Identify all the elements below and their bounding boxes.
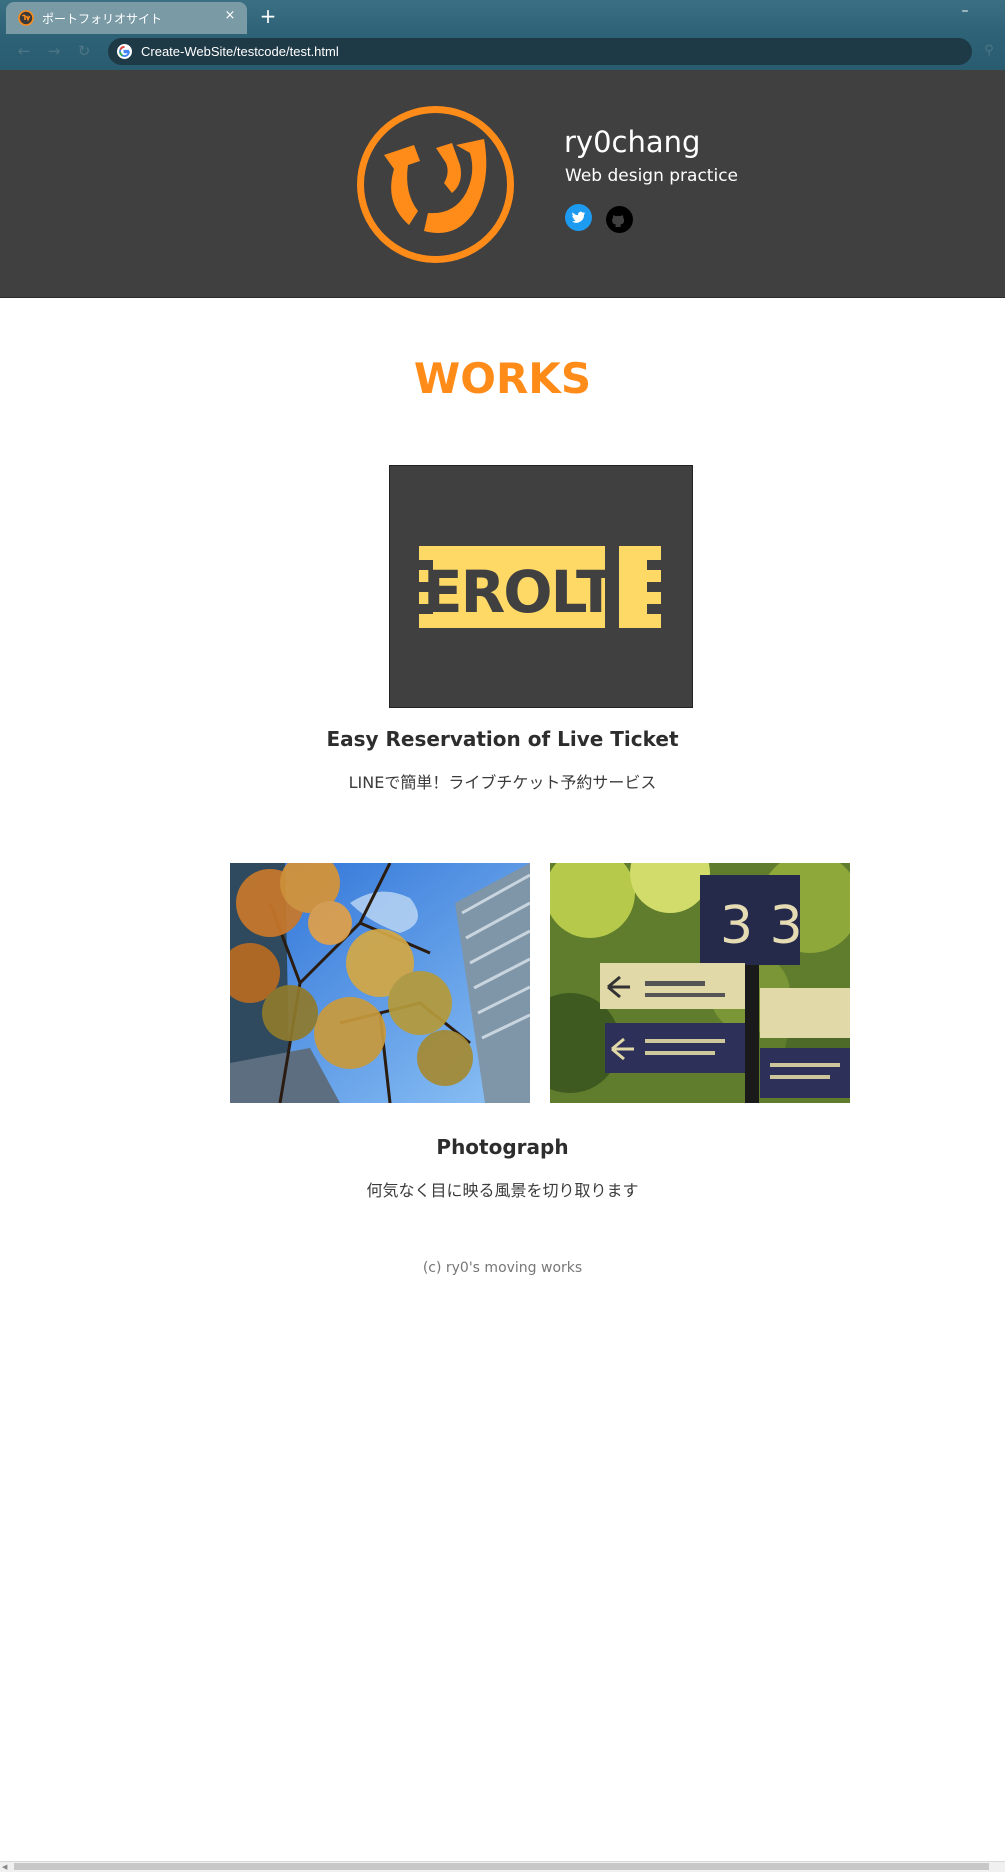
- erolt-logo: EROLT: [419, 546, 661, 628]
- section-title: WORKS: [413, 354, 592, 403]
- horizontal-scrollbar[interactable]: ◀: [0, 1861, 1005, 1872]
- photo-autumn-tree[interactable]: [230, 863, 530, 1103]
- browser-chrome: ポートフォリオサイト × + – ← → ↻ Create-WebSite/te…: [0, 0, 1005, 70]
- reload-button[interactable]: ↻: [74, 41, 94, 61]
- work-description: LINEで簡単！ライブチケット予約サービス: [348, 773, 657, 792]
- work-title[interactable]: Easy Reservation of Live Ticket: [0, 727, 1005, 751]
- site-tagline: Web design practice: [565, 166, 739, 186]
- site-header: ry0chang Web design practice: [0, 70, 1005, 298]
- sign-number: 3 3: [720, 896, 803, 956]
- site-name: ry0chang: [564, 125, 701, 159]
- url-text: Create-WebSite/testcode/test.html: [141, 44, 339, 59]
- back-button[interactable]: ←: [14, 41, 34, 61]
- extension-icon[interactable]: ⚲: [980, 42, 998, 60]
- address-bar[interactable]: Create-WebSite/testcode/test.html: [108, 38, 972, 65]
- tab-close-icon[interactable]: ×: [221, 7, 239, 25]
- browser-tab[interactable]: ポートフォリオサイト ×: [6, 2, 247, 34]
- scrollbar-thumb[interactable]: [14, 1863, 989, 1870]
- photo-signpost[interactable]: 3 3: [550, 863, 850, 1103]
- photograph-title[interactable]: Photograph: [0, 1135, 1005, 1159]
- github-icon[interactable]: [606, 206, 633, 233]
- twitter-icon[interactable]: [565, 204, 592, 231]
- google-icon: [117, 44, 132, 59]
- tab-title: ポートフォリオサイト: [42, 12, 163, 26]
- autumn-tree-image: [230, 863, 530, 1103]
- new-tab-button[interactable]: +: [256, 6, 280, 28]
- erolt-logo-text: EROLT: [423, 558, 616, 626]
- site-favicon-icon: [18, 10, 34, 26]
- minimize-button[interactable]: –: [950, 2, 980, 24]
- footer-copyright: (c) ry0's moving works: [422, 1260, 583, 1276]
- work-thumbnail[interactable]: EROLT: [389, 465, 693, 708]
- photograph-description: 何気なく目に映る風景を切り取ります: [366, 1181, 639, 1200]
- signpost-image: 3 3: [550, 863, 850, 1103]
- site-logo: [357, 106, 514, 263]
- forward-button[interactable]: →: [44, 41, 64, 61]
